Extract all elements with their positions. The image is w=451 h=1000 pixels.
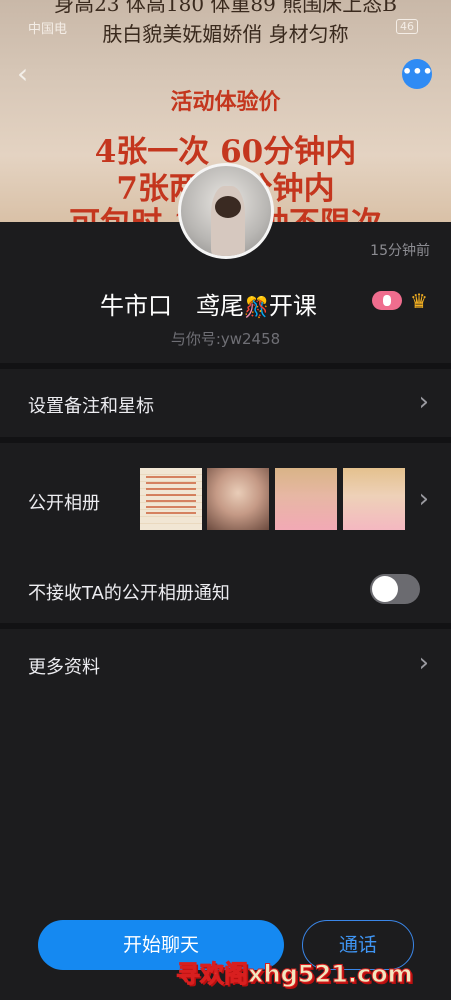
cover-text-line-1: 身高23 体高180 体重89 熊围床上态B	[54, 0, 397, 16]
toggle-knob	[372, 576, 398, 602]
album-thumbnail-text-image	[146, 476, 196, 516]
gender-badge	[372, 291, 402, 310]
public-album-label: 公开相册	[28, 493, 100, 514]
album-thumbnail[interactable]	[207, 468, 269, 530]
album-notify-toggle[interactable]	[370, 574, 420, 604]
chevron-right-icon: ›	[418, 484, 429, 514]
more-info-label: 更多资料	[28, 657, 100, 678]
person-icon	[383, 295, 391, 306]
chevron-right-icon: ›	[418, 387, 429, 417]
more-options-button[interactable]: •••	[402, 59, 433, 89]
more-info-row[interactable]: 更多资料 ›	[0, 629, 451, 697]
profile-name-suffix: 开课	[268, 292, 317, 320]
profile-name: 牛市口 鸢尾🎊开课	[100, 286, 317, 321]
confetti-emoji: 🎊	[244, 295, 269, 319]
crown-icon: ♛	[410, 289, 428, 313]
carrier-label: 中国电	[28, 22, 68, 37]
album-thumbnail[interactable]	[343, 468, 405, 530]
album-notify-label: 不接收TA的公开相册通知	[28, 583, 230, 604]
status-bar: 中国电 46	[0, 18, 451, 37]
battery-indicator: 46	[396, 19, 418, 34]
avatar-hair	[215, 196, 241, 218]
album-thumbnail[interactable]	[275, 468, 337, 530]
user-id: 与你号:yw2458	[170, 330, 281, 348]
back-arrow-icon[interactable]: ‹	[17, 60, 28, 88]
ellipsis-icon: •••	[402, 62, 433, 81]
last-active-time: 15分钟前	[370, 243, 430, 259]
site-watermark: 寻欢阁xhg521.com	[176, 960, 414, 989]
cover-text-line-3: 活动体验价	[170, 89, 281, 115]
profile-name-text: 牛市口 鸢尾	[100, 292, 244, 320]
avatar[interactable]	[178, 163, 274, 259]
remark-label: 设置备注和星标	[28, 396, 154, 417]
chevron-right-icon: ›	[418, 648, 429, 678]
remark-row[interactable]: 设置备注和星标 ›	[0, 369, 451, 437]
album-thumbnail[interactable]	[140, 468, 202, 530]
